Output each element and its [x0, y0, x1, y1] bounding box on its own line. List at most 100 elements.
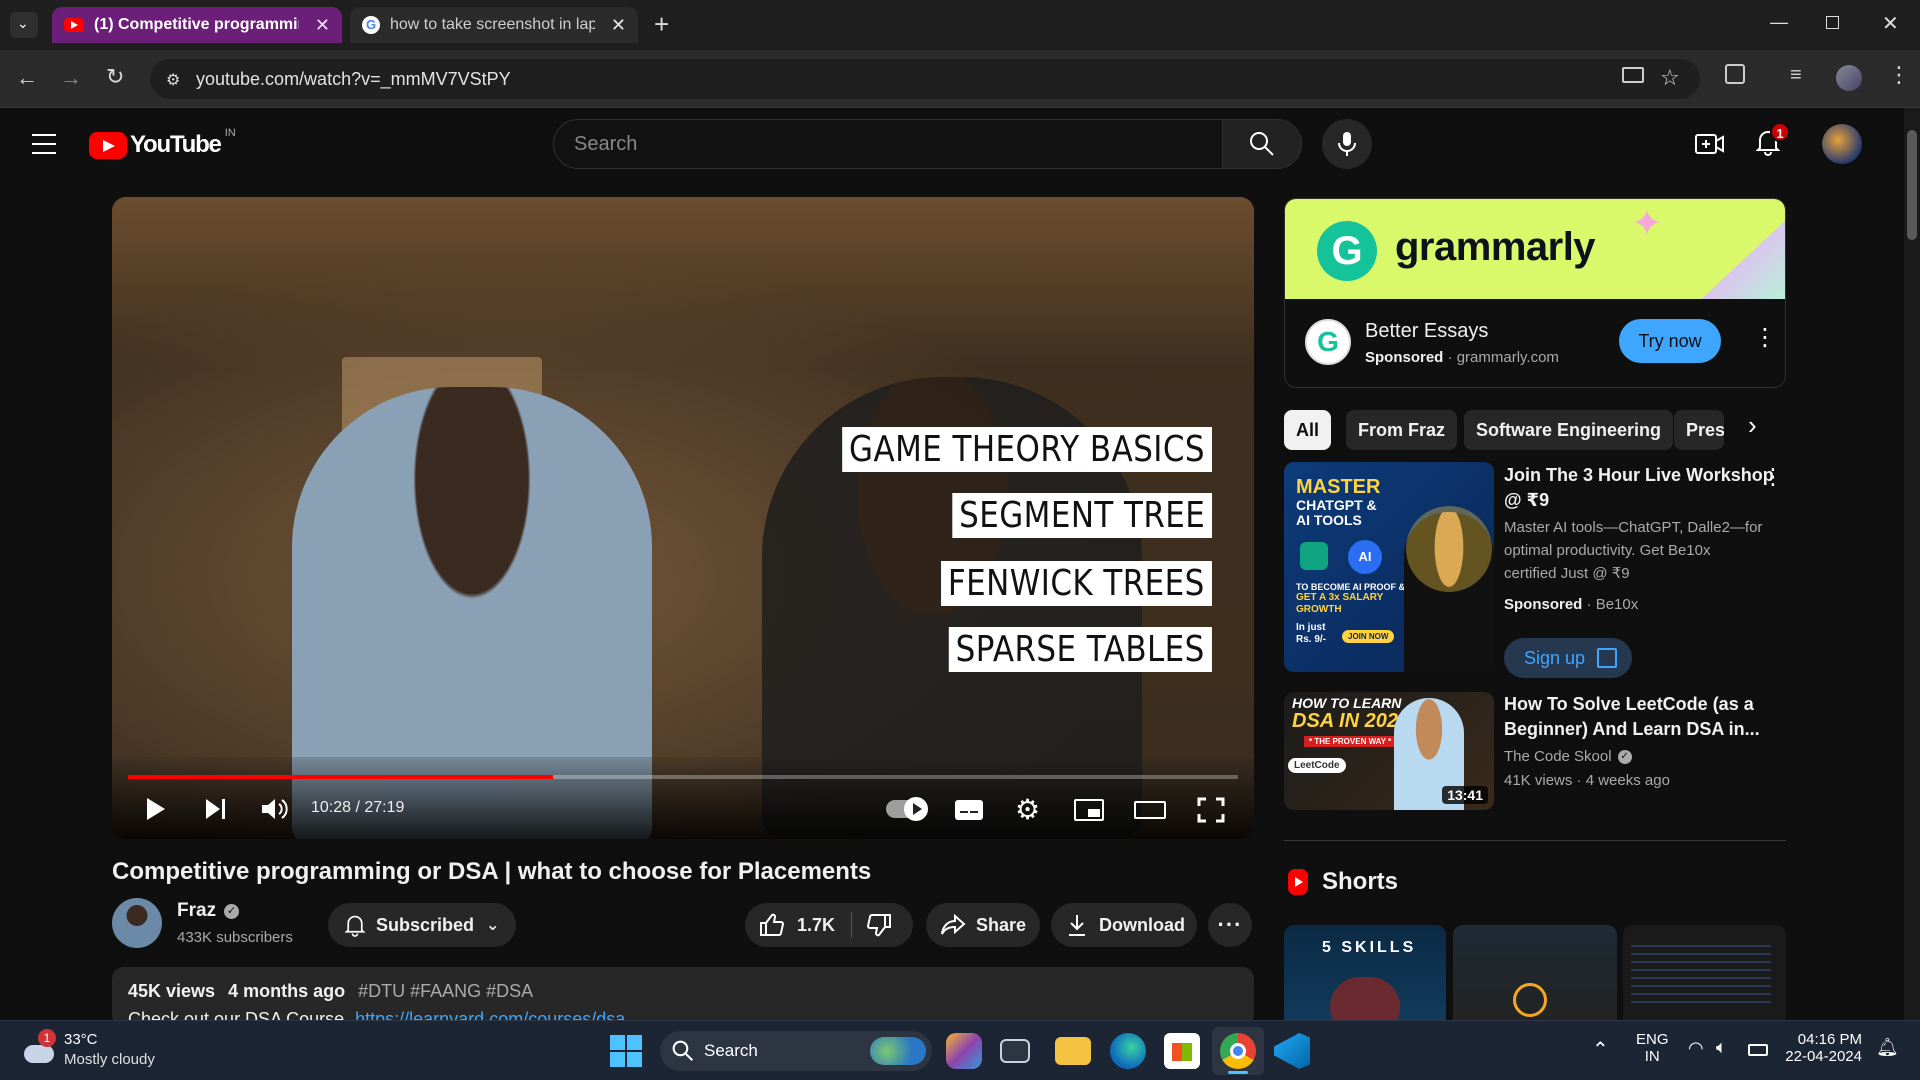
battery-icon[interactable]	[1748, 1044, 1768, 1056]
sponsored-video-title[interactable]: Join The 3 Hour Live Workshop @ ₹9	[1504, 463, 1774, 513]
recommended-video-title[interactable]: How To Solve LeetCode (as a Beginner) An…	[1504, 692, 1774, 742]
youtube-logo[interactable]: YouTube IN	[89, 127, 236, 159]
browser-tab[interactable]: G how to take screenshot in laptop ✕	[350, 7, 638, 43]
tab-search-dropdown-button[interactable]: ⌄	[10, 12, 38, 38]
sponsored-ad-card[interactable]: G grammarly ✦ G Better Essays Sponsored …	[1284, 198, 1786, 388]
install-app-icon[interactable]	[1622, 67, 1644, 83]
url-text: youtube.com/watch?v=_mmMV7VStPY	[196, 69, 511, 89]
back-arrow-icon[interactable]: ←	[16, 65, 38, 91]
dislike-button[interactable]	[852, 903, 892, 947]
progress-bar-played	[128, 775, 554, 779]
ad-more-icon[interactable]: ⋮	[1753, 323, 1777, 352]
subtitles-icon[interactable]	[955, 800, 983, 820]
chips-next-arrow-icon[interactable]: ›	[1748, 410, 1757, 441]
notification-bell-icon[interactable]: 🔔︎	[1876, 1037, 1899, 1058]
sponsored-video-meta: Sponsored · Be10x	[1504, 596, 1639, 613]
ad-banner-decoration	[1701, 219, 1785, 299]
restore-window-icon[interactable]	[1826, 16, 1839, 29]
overlay-text-line: SEGMENT TREE	[952, 493, 1212, 538]
create-video-icon[interactable]	[1695, 132, 1725, 156]
ad-cta-button[interactable]: Try now	[1619, 319, 1721, 363]
chip-all[interactable]: All	[1284, 410, 1332, 450]
guide-menu-icon[interactable]	[32, 134, 56, 154]
play-icon[interactable]	[145, 797, 167, 821]
search-button[interactable]	[1222, 119, 1302, 169]
show-hidden-icons-chevron[interactable]: ⌃	[1592, 1037, 1609, 1062]
media-controls-icon[interactable]: ≡	[1790, 64, 1802, 87]
reload-icon[interactable]: ↻	[106, 64, 124, 90]
close-tab-icon[interactable]: ✕	[611, 15, 626, 36]
chip-pres[interactable]: Pres	[1674, 410, 1724, 450]
volume-icon[interactable]	[260, 797, 288, 821]
start-button[interactable]	[610, 1035, 642, 1067]
browser-tab-active[interactable]: (1) Competitive programming or DSA ✕	[52, 7, 342, 43]
short-thumbnail[interactable]	[1623, 925, 1786, 1020]
minimize-window-icon[interactable]: —	[1770, 12, 1788, 33]
settings-gear-icon[interactable]: ⚙	[1015, 793, 1040, 826]
edge-browser-icon[interactable]	[1110, 1033, 1146, 1069]
scrollbar-thumb[interactable]	[1907, 130, 1917, 240]
clock[interactable]: 04:16 PM 22-04-2024	[1784, 1031, 1862, 1065]
like-button[interactable]: 1.7K	[745, 903, 835, 947]
channel-name[interactable]: Fraz	[177, 900, 216, 922]
notifications-button[interactable]: 1	[1755, 122, 1790, 158]
download-button[interactable]: Download	[1051, 903, 1197, 947]
more-actions-button[interactable]: ···	[1208, 903, 1252, 947]
miniplayer-icon[interactable]	[1074, 799, 1104, 821]
chrome-menu-icon[interactable]: ⋮	[1888, 62, 1910, 88]
weather-widget[interactable]: 1 33°C Mostly cloudy	[20, 1029, 220, 1073]
forward-arrow-icon[interactable]: →	[60, 65, 82, 91]
task-view-icon[interactable]	[1000, 1039, 1030, 1063]
close-tab-icon[interactable]: ✕	[315, 15, 330, 36]
chrome-taskbar-button[interactable]	[1212, 1027, 1264, 1075]
recommended-video-channel[interactable]: The Code Skool ✓	[1504, 745, 1632, 768]
search-input[interactable]: Search	[553, 119, 1223, 169]
vscode-app-icon[interactable]	[1274, 1033, 1310, 1069]
share-button[interactable]: Share	[926, 903, 1040, 947]
chevron-down-icon: ⌄	[17, 15, 29, 31]
theater-mode-icon[interactable]	[1134, 801, 1166, 819]
next-video-icon[interactable]	[204, 798, 228, 820]
tab-title: (1) Competitive programming or DSA	[94, 16, 299, 33]
microsoft-store-icon[interactable]	[1164, 1033, 1200, 1069]
recommended-video-thumbnail[interactable]: HOW TO LEARN DSA IN 2024? * THE PROVEN W…	[1284, 692, 1494, 810]
video-player[interactable]: GAME THEORY BASICS SEGMENT TREE FENWICK …	[112, 197, 1254, 839]
site-info-icon[interactable]: ⚙	[166, 70, 180, 90]
address-bar[interactable]: ⚙ youtube.com/watch?v=_mmMV7VStPY ☆	[150, 59, 1700, 99]
language-indicator[interactable]: ENG IN	[1636, 1031, 1669, 1065]
sponsored-video-thumbnail[interactable]: MASTER CHATGPT & AI TOOLS AI TO BECOME A…	[1284, 462, 1494, 672]
extensions-puzzle-icon[interactable]	[1725, 64, 1745, 84]
region-code: IN	[224, 127, 236, 139]
channel-avatar[interactable]	[112, 898, 162, 948]
chip-software-engineering[interactable]: Software Engineering	[1464, 410, 1674, 450]
chatgpt-logo-icon	[1300, 542, 1328, 570]
short-thumbnail[interactable]: 5 SKILLS	[1284, 925, 1446, 1020]
new-tab-button[interactable]: +	[654, 9, 669, 40]
copilot-app-icon[interactable]	[946, 1033, 982, 1069]
file-explorer-icon[interactable]	[1055, 1037, 1091, 1065]
verified-check-icon: ✓	[1617, 749, 1632, 764]
close-window-icon[interactable]: ✕	[1882, 11, 1899, 36]
video-more-icon[interactable]: ⋮	[1762, 464, 1784, 490]
speaker-icon[interactable]: 🔈︎	[1716, 1037, 1727, 1058]
ad-banner[interactable]: G grammarly ✦	[1285, 199, 1785, 299]
description-box[interactable]: 45K views 4 months ago #DTU #FAANG #DSA …	[112, 967, 1254, 1027]
sign-up-button[interactable]: Sign up	[1504, 638, 1632, 678]
chip-from-fraz[interactable]: From Fraz	[1346, 410, 1458, 450]
account-avatar[interactable]	[1822, 124, 1862, 164]
voice-search-button[interactable]	[1322, 119, 1372, 169]
short-thumbnail[interactable]	[1453, 925, 1617, 1020]
taskbar-search[interactable]: Search	[660, 1031, 932, 1071]
autoplay-toggle[interactable]	[886, 797, 928, 821]
page-scrollbar[interactable]	[1904, 108, 1920, 1020]
channel-name-row[interactable]: Fraz ✓	[177, 900, 240, 922]
bookmark-star-icon[interactable]: ☆	[1660, 65, 1680, 91]
progress-bar[interactable]	[128, 775, 1238, 779]
wifi-icon[interactable]: ◠	[1688, 1038, 1704, 1059]
thumb-text: GET A 3x SALARY	[1296, 592, 1384, 604]
profile-avatar[interactable]	[1836, 65, 1862, 91]
description-meta-row: 45K views 4 months ago #DTU #FAANG #DSA	[128, 981, 533, 1002]
hashtags[interactable]: #DTU #FAANG #DSA	[358, 981, 533, 1001]
subscribed-button[interactable]: Subscribed ⌄	[328, 903, 516, 947]
fullscreen-icon[interactable]	[1197, 797, 1225, 823]
